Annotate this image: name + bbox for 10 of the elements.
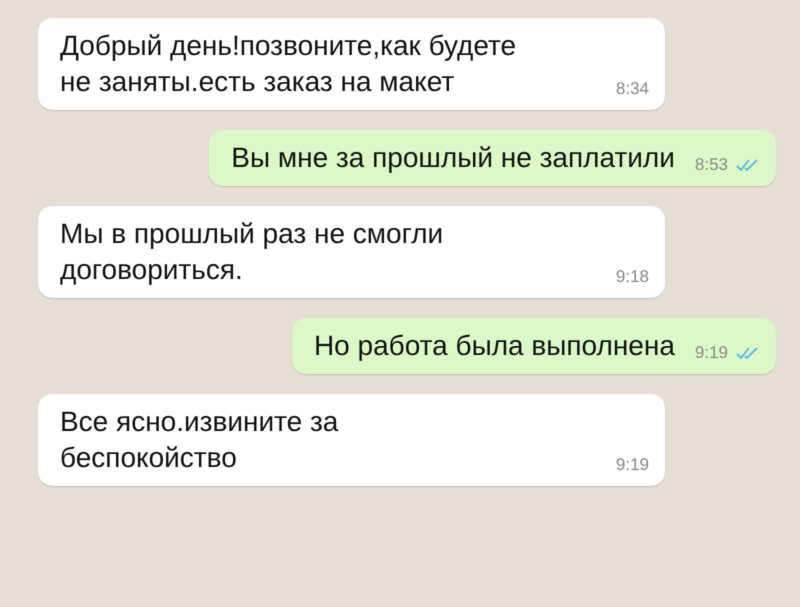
message-text: Все ясно.извините за беспокойство <box>60 406 338 473</box>
message-text: Но работа была выполнена <box>314 330 676 361</box>
message-time: 8:34 <box>616 78 649 100</box>
message-text: Добрый день!позвоните,как будете не заняты.есть заказ на макет <box>60 30 516 97</box>
message-text: Мы в прошлый раз не смогли договориться. <box>60 218 444 285</box>
message-time: 9:19 <box>616 454 649 476</box>
message-time: 8:53 <box>694 154 728 176</box>
message-time: 9:18 <box>616 266 649 288</box>
message-time: 9:19 <box>694 342 728 364</box>
message-text: Вы мне за прошлый не заплатили <box>231 142 676 173</box>
